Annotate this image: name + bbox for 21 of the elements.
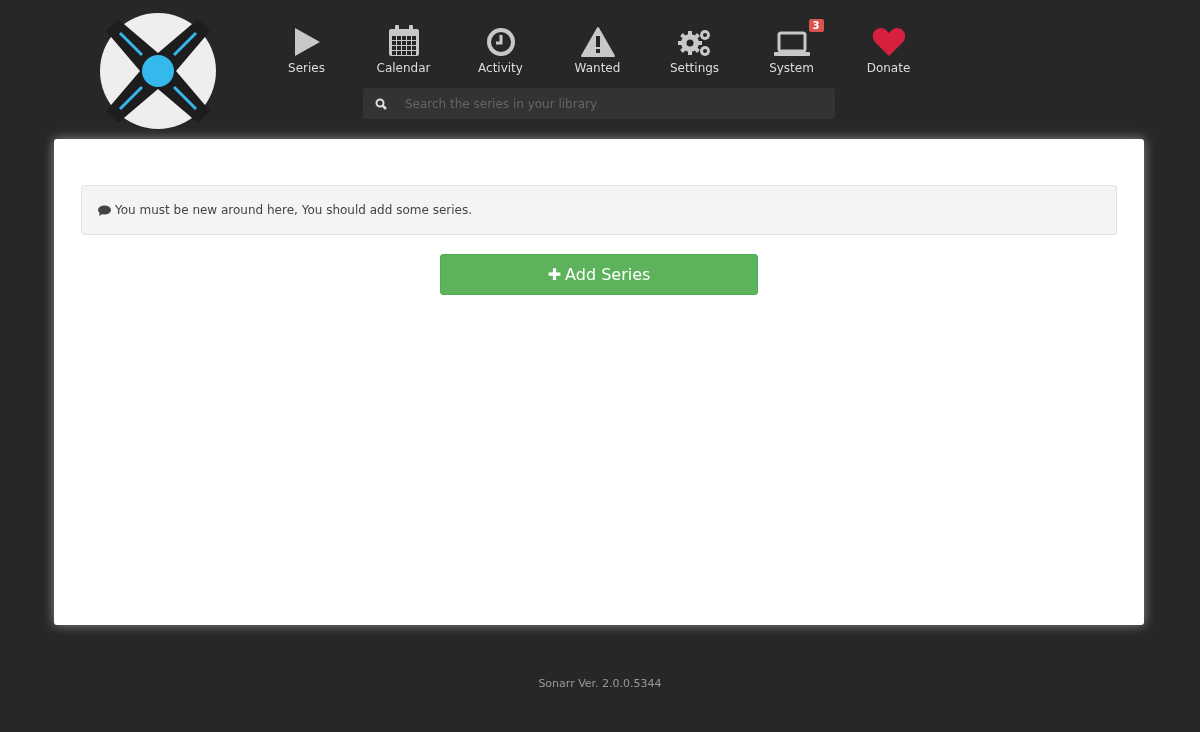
nav-link[interactable]: 3 System (743, 13, 840, 75)
calendar-icon (387, 25, 420, 57)
nav-link[interactable]: Activity (452, 13, 549, 75)
nav-link[interactable]: Wanted (549, 13, 646, 75)
notification-badge: 3 (808, 19, 824, 32)
speech-bubble-icon (98, 204, 111, 216)
heart-icon (871, 27, 906, 57)
nav-link[interactable]: Settings (646, 13, 743, 75)
logo-icon[interactable] (100, 13, 216, 129)
notice-text: You must be new around here, You should add some series. (115, 203, 472, 217)
plus-icon: ✚ (547, 265, 562, 284)
laptop-icon (773, 31, 810, 57)
clock-icon (485, 27, 516, 57)
nav-link[interactable]: Calendar (355, 13, 452, 75)
gears-icon (676, 27, 713, 57)
search-icon (375, 98, 387, 110)
nav-link[interactable]: Series (258, 13, 355, 75)
version-text: Sonarr Ver. 2.0.0.5344 (538, 677, 662, 690)
nav-link[interactable]: Donate (840, 13, 937, 75)
play-icon (292, 27, 321, 57)
warning-icon (580, 27, 615, 57)
